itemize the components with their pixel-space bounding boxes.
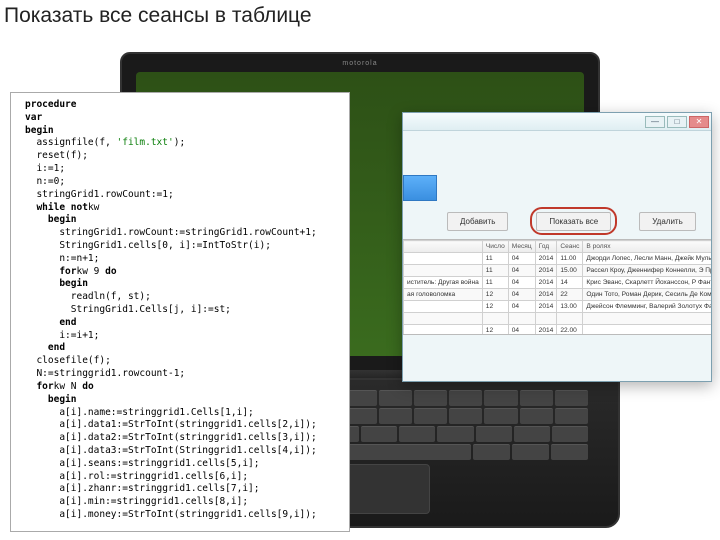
code-content: procedure var begin assignfile(f, 'film.… bbox=[25, 99, 341, 532]
grid-cell[interactable] bbox=[404, 325, 483, 336]
grid-cell[interactable] bbox=[583, 325, 711, 336]
column-header[interactable]: Число bbox=[482, 241, 508, 253]
grid-cell[interactable]: 22.00 bbox=[557, 325, 583, 336]
column-header[interactable]: Месяц bbox=[508, 241, 535, 253]
grid-cell[interactable]: Крис Эванс, Скарлетт Йоханссон, Р Фантас… bbox=[583, 277, 711, 289]
column-header[interactable]: Год bbox=[535, 241, 557, 253]
grid-cell[interactable]: 04 bbox=[508, 253, 535, 265]
button-row: Добавить Показать все Удалить bbox=[447, 207, 696, 235]
grid-cell[interactable]: 2014 bbox=[535, 265, 557, 277]
grid-cell[interactable] bbox=[583, 313, 711, 325]
code-editor[interactable]: procedure var begin assignfile(f, 'film.… bbox=[10, 92, 350, 532]
grid-cell[interactable]: 04 bbox=[508, 301, 535, 313]
laptop-brand: motorola bbox=[342, 60, 377, 67]
grid-cell[interactable]: 12 bbox=[482, 301, 508, 313]
grid-cell[interactable]: 12 bbox=[482, 325, 508, 336]
grid-cell[interactable]: 22 bbox=[557, 289, 583, 301]
grid-cell[interactable]: 04 bbox=[508, 289, 535, 301]
grid-cell[interactable]: 2014 bbox=[535, 325, 557, 336]
grid-cell[interactable]: 11 bbox=[482, 277, 508, 289]
show-all-highlight: Показать все bbox=[530, 207, 617, 235]
grid-cell[interactable] bbox=[557, 313, 583, 325]
grid-cell[interactable] bbox=[404, 301, 483, 313]
grid-cell[interactable]: 2014 bbox=[535, 301, 557, 313]
add-button[interactable]: Добавить bbox=[447, 212, 508, 231]
grid-cell[interactable] bbox=[482, 313, 508, 325]
grid-cell[interactable] bbox=[404, 265, 483, 277]
grid-cell[interactable]: 04 bbox=[508, 277, 535, 289]
grid-cell[interactable]: Рассел Кроу, Дженнифер Коннелли, Э Прикл… bbox=[583, 265, 711, 277]
grid-cell[interactable]: 2014 bbox=[535, 277, 557, 289]
grid-cell[interactable]: 11.00 bbox=[557, 253, 583, 265]
grid-cell[interactable]: Один Тото, Роман Дерик, Сесиль Де Комеди… bbox=[583, 289, 711, 301]
app-body: Добавить Показать все Удалить ЧислоМесяц… bbox=[403, 131, 711, 381]
window-titlebar: — □ ✕ bbox=[403, 113, 711, 131]
grid-cell[interactable]: 11 bbox=[482, 265, 508, 277]
grid-cell[interactable]: ая головоломка bbox=[404, 289, 483, 301]
column-header[interactable]: Сеанс bbox=[557, 241, 583, 253]
grid-cell[interactable]: иститель: Другая война bbox=[404, 277, 483, 289]
app-window: — □ ✕ Добавить Показать все Удалить Числ… bbox=[402, 112, 712, 382]
grid-cell[interactable]: 12 bbox=[482, 289, 508, 301]
column-header[interactable]: В ролях bbox=[583, 241, 711, 253]
show-all-button[interactable]: Показать все bbox=[536, 212, 611, 231]
column-header[interactable] bbox=[404, 241, 483, 253]
grid-cell[interactable]: 11 bbox=[482, 253, 508, 265]
grid-cell[interactable]: Джорди Лопес, Лесли Манн, Джейк Мультфил… bbox=[583, 253, 711, 265]
grid-cell[interactable]: 04 bbox=[508, 265, 535, 277]
minimize-button[interactable]: — bbox=[645, 116, 665, 128]
grid-cell[interactable]: 2014 bbox=[535, 253, 557, 265]
side-selection[interactable] bbox=[403, 175, 437, 201]
delete-button[interactable]: Удалить bbox=[639, 212, 696, 231]
grid-cell[interactable]: 15.00 bbox=[557, 265, 583, 277]
grid-cell[interactable] bbox=[535, 313, 557, 325]
grid-cell[interactable] bbox=[404, 253, 483, 265]
maximize-button[interactable]: □ bbox=[667, 116, 687, 128]
grid-cell[interactable] bbox=[404, 313, 483, 325]
grid-cell[interactable] bbox=[508, 313, 535, 325]
page-title: Показать все сеансы в таблице bbox=[4, 4, 312, 28]
grid-table: ЧислоМесяцГодСеансВ роляхЖанрМинЦена1104… bbox=[403, 240, 711, 335]
data-grid[interactable]: ЧислоМесяцГодСеансВ роляхЖанрМинЦена1104… bbox=[403, 239, 711, 335]
grid-cell[interactable]: 04 bbox=[508, 325, 535, 336]
grid-cell[interactable]: 2014 bbox=[535, 289, 557, 301]
grid-cell[interactable]: Джейсон Флемминг, Валерий Золотух Фантас… bbox=[583, 301, 711, 313]
grid-cell[interactable]: 14 bbox=[557, 277, 583, 289]
grid-cell[interactable]: 13.00 bbox=[557, 301, 583, 313]
close-button[interactable]: ✕ bbox=[689, 116, 709, 128]
